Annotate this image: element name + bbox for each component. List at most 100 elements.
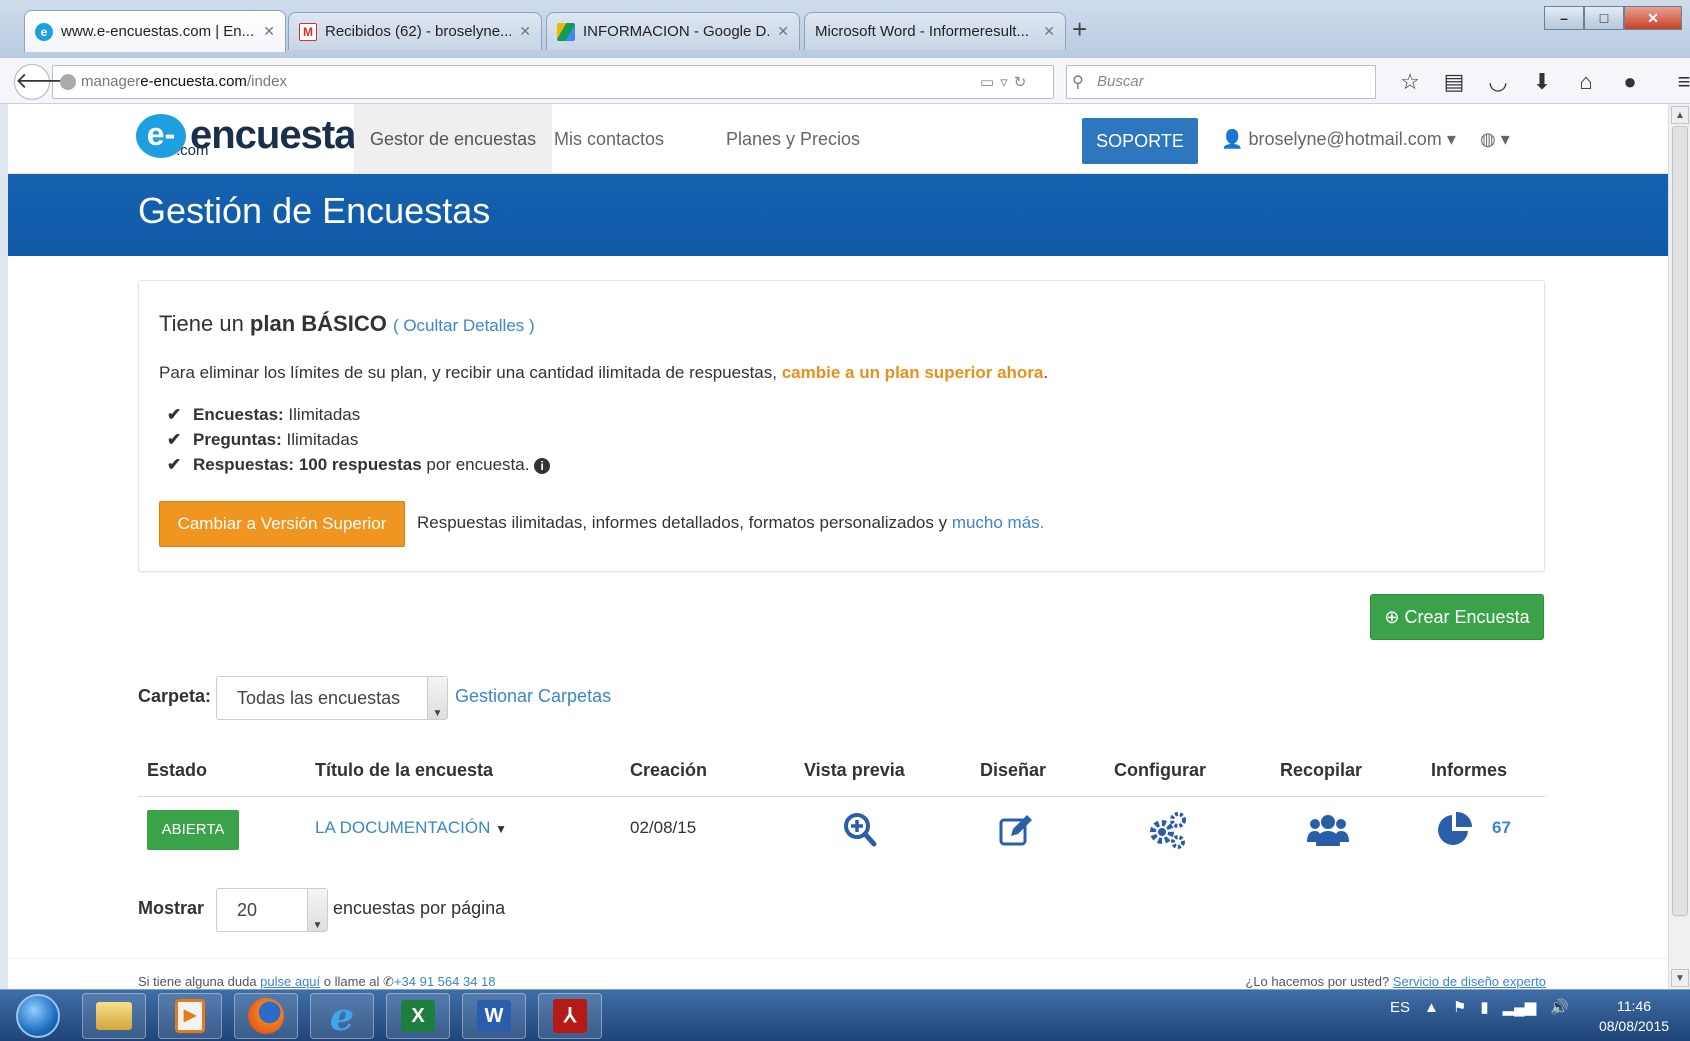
media-player-icon[interactable]: ▶ xyxy=(158,993,222,1039)
upgrade-plan-link[interactable]: cambie a un plan superior ahora xyxy=(782,363,1044,382)
preview-zoom-icon[interactable] xyxy=(838,808,882,852)
globe-icon: ◍ xyxy=(1480,129,1496,149)
upgrade-version-button[interactable]: Cambiar a Versión Superior xyxy=(159,501,405,547)
support-button[interactable]: SOPORTE xyxy=(1082,118,1198,164)
tray-expand-icon[interactable]: ▲ xyxy=(1424,999,1439,1016)
chat-icon[interactable]: ● xyxy=(1608,66,1652,98)
feature-label: Encuestas: xyxy=(193,405,284,424)
page-scrollbar[interactable]: ▲ ▼ xyxy=(1668,104,1690,989)
google-drive-icon xyxy=(557,22,575,41)
network-signal-icon[interactable]: ▂▄▆ xyxy=(1503,998,1537,1016)
e-encuesta-logo[interactable]: e- encuesta xyxy=(136,114,356,158)
survey-created-date: 02/08/15 xyxy=(630,818,697,837)
language-menu[interactable]: ◍ ▾ xyxy=(1480,104,1510,174)
caret-down-icon: ▾ xyxy=(1500,129,1510,149)
page-title: Gestión de Encuestas xyxy=(138,190,491,231)
show-label: Mostrar xyxy=(138,898,205,918)
edit-design-icon[interactable] xyxy=(994,808,1038,852)
system-clock[interactable]: 11:46 08/08/2015 xyxy=(1584,996,1684,1036)
close-tab-icon[interactable]: ✕ xyxy=(777,23,789,40)
word-icon[interactable]: W xyxy=(462,993,526,1039)
phone-number[interactable]: +34 91 564 34 18 xyxy=(394,974,496,989)
more-info-link[interactable]: mucho más. xyxy=(952,513,1045,532)
tab-google-drive[interactable]: INFORMACION - Google D... ✕ xyxy=(546,12,800,50)
minimize-button[interactable]: – xyxy=(1544,6,1584,30)
firefox-icon[interactable] xyxy=(234,993,298,1039)
status-badge[interactable]: ABIERTA xyxy=(147,810,239,850)
collect-users-icon[interactable] xyxy=(1306,808,1350,852)
feature-label: Preguntas: xyxy=(193,430,282,449)
footer-text: ¿Lo hacemos por usted? xyxy=(1245,974,1393,989)
scroll-down-icon[interactable]: ▼ xyxy=(1671,969,1689,987)
check-icon: ✔ xyxy=(167,405,182,424)
browser-toolbar: ☆ ▤ ◡ ⬇ ⌂ ● ≡ xyxy=(1388,66,1690,98)
create-survey-button[interactable]: ⊕ Crear Encuesta xyxy=(1370,594,1544,640)
dropdown-arrow-icon[interactable]: ▼ xyxy=(427,677,447,719)
new-tab-button[interactable]: + xyxy=(1072,14,1087,45)
footer-expert-service: ¿Lo hacemos por usted? Servicio de diseñ… xyxy=(1245,974,1546,989)
window-controls: – □ ✕ xyxy=(1544,6,1682,30)
click-here-link[interactable]: pulse aquí xyxy=(260,974,320,989)
tab-gmail[interactable]: M Recibidos (62) - broselyne... ✕ xyxy=(288,12,542,50)
menu-icon[interactable]: ≡ xyxy=(1662,66,1690,98)
expert-design-link[interactable]: Servicio de diseño experto xyxy=(1393,974,1546,989)
close-tab-icon[interactable]: ✕ xyxy=(1043,23,1055,40)
excel-icon[interactable]: X xyxy=(386,993,450,1039)
maximize-button[interactable]: □ xyxy=(1584,6,1624,30)
search-icon: ⚲ xyxy=(1072,74,1084,91)
caret-down-icon: ▾ xyxy=(1446,129,1456,149)
site-identity-icon[interactable] xyxy=(60,74,76,90)
per-page-select[interactable]: 20 ▼ xyxy=(216,888,328,932)
volume-icon[interactable]: 🔊 xyxy=(1550,998,1569,1016)
user-menu[interactable]: 👤 broselyne@hotmail.com ▾ xyxy=(1221,104,1456,174)
tab-label: Recibidos (62) - broselyne... xyxy=(325,23,512,40)
start-button[interactable] xyxy=(16,994,60,1038)
manage-folders-link[interactable]: Gestionar Carpetas xyxy=(455,686,611,707)
file-explorer-icon[interactable] xyxy=(82,993,146,1039)
plan-title: Tiene un plan BÁSICO ( Ocultar Detalles … xyxy=(159,311,535,337)
survey-title-link[interactable]: LA DOCUMENTACIÓN ▼ xyxy=(315,818,507,838)
language-indicator[interactable]: ES xyxy=(1390,999,1410,1016)
pocket-icon[interactable]: ◡ xyxy=(1476,66,1520,98)
plus-circle-icon: ⊕ xyxy=(1384,607,1400,627)
home-icon[interactable]: ⌂ xyxy=(1564,66,1608,98)
reports-pie-icon[interactable] xyxy=(1432,808,1476,852)
footer-divider xyxy=(8,958,1668,959)
scrollbar-thumb[interactable] xyxy=(1672,126,1688,916)
action-center-icon[interactable]: ⚑ xyxy=(1453,998,1466,1016)
nav-planes-y-precios[interactable]: Planes y Precios xyxy=(710,104,876,174)
tab-e-encuestas[interactable]: e www.e-encuestas.com | En... ✕ xyxy=(24,10,286,52)
page-hero: Gestión de Encuestas xyxy=(8,174,1668,256)
column-header-reports: Informes xyxy=(1431,760,1508,780)
close-tab-icon[interactable]: ✕ xyxy=(519,23,531,40)
acrobat-icon[interactable]: ⅄ xyxy=(538,993,602,1039)
configure-gears-icon[interactable] xyxy=(1146,808,1190,852)
power-icon[interactable]: ▮ xyxy=(1480,998,1488,1016)
url-path: /index xyxy=(246,73,287,90)
bookmark-star-icon[interactable]: ☆ xyxy=(1388,66,1432,98)
close-tab-icon[interactable]: ✕ xyxy=(263,23,275,40)
url-prefix: manager xyxy=(81,73,141,90)
report-count[interactable]: 67 xyxy=(1492,818,1511,838)
url-bar[interactable]: managere-encuesta.com/index xyxy=(52,65,1054,99)
reader-reload-icons[interactable]: ▭▿↻ xyxy=(980,73,1032,91)
tab-word[interactable]: Microsoft Word - Informeresult... ✕ xyxy=(804,12,1066,50)
upgrade-benefits: Respuestas ilimitadas, informes detallad… xyxy=(417,513,1044,533)
nav-mis-contactos[interactable]: Mis contactos xyxy=(538,104,680,174)
back-arrow-icon[interactable]: 🡐 xyxy=(14,64,74,100)
column-header-title: Título de la encuesta xyxy=(315,760,494,780)
plan-details-panel: Tiene un plan BÁSICO ( Ocultar Detalles … xyxy=(138,280,1545,572)
hide-details-link[interactable]: ( Ocultar Detalles ) xyxy=(393,316,535,335)
download-icon[interactable]: ⬇ xyxy=(1520,66,1564,98)
dropdown-arrow-icon[interactable]: ▼ xyxy=(307,889,327,931)
nav-gestor-de-encuestas[interactable]: Gestor de encuestas xyxy=(354,104,553,174)
internet-explorer-icon[interactable]: e xyxy=(310,993,374,1039)
column-header-configure: Configurar xyxy=(1114,760,1206,780)
search-input[interactable]: Buscar xyxy=(1066,65,1376,99)
folder-select[interactable]: Todas las encuestas ▼ xyxy=(216,676,448,720)
close-window-button[interactable]: ✕ xyxy=(1624,6,1682,30)
bookmarks-list-icon[interactable]: ▤ xyxy=(1432,66,1476,98)
scroll-up-icon[interactable]: ▲ xyxy=(1671,106,1689,124)
per-page-suffix: encuestas por página xyxy=(333,898,506,918)
info-icon[interactable]: i xyxy=(534,458,551,474)
